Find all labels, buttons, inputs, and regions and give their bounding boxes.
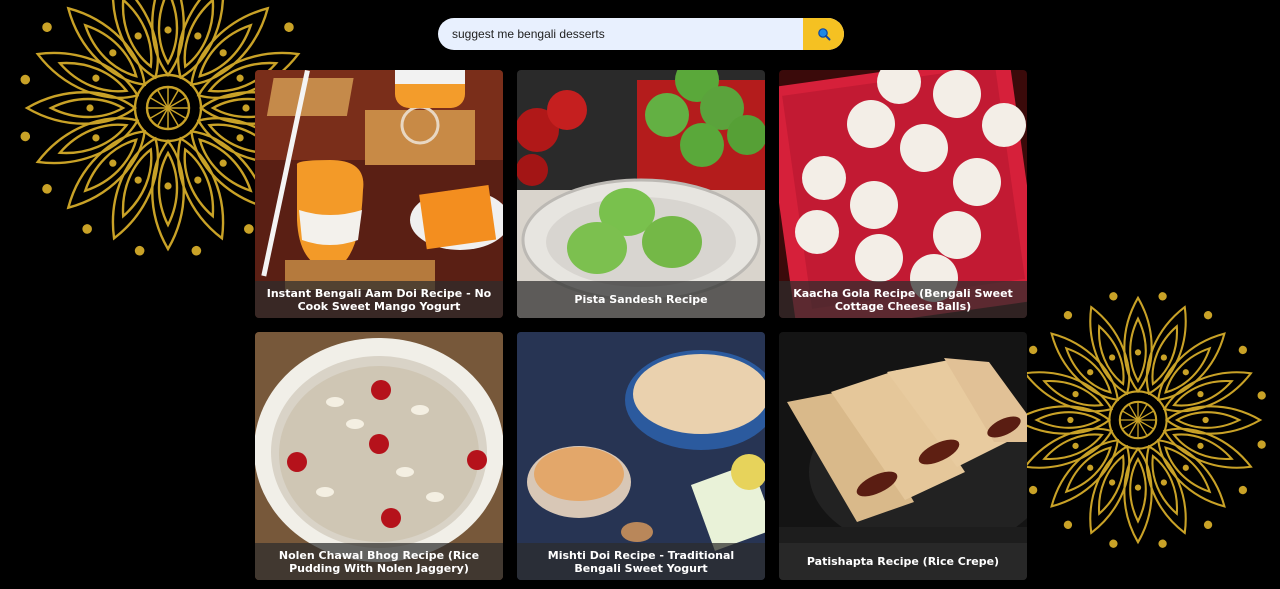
search-icon — [817, 28, 830, 41]
mandala-part — [1203, 310, 1213, 320]
recipe-title: Instant Bengali Aam Doi Recipe - No Cook… — [255, 281, 503, 318]
mandala-part — [1197, 391, 1204, 398]
mandala-part — [92, 134, 100, 142]
mandala-part — [42, 184, 52, 194]
mandala-part — [164, 182, 172, 190]
mandala-part — [1109, 354, 1116, 361]
mandala-part — [164, 26, 172, 34]
mandala-part — [191, 245, 202, 256]
mandala-part — [194, 176, 202, 184]
mandala-part — [134, 245, 145, 256]
recipe-card[interactable]: Instant Bengali Aam Doi Recipe - No Cook… — [255, 70, 503, 318]
mandala-part — [236, 74, 244, 82]
recipe-card[interactable]: Patishapta Recipe (Rice Crepe) — [779, 332, 1027, 580]
mandala-part — [109, 159, 117, 167]
mandala-part — [66, 129, 147, 210]
search-bar — [438, 18, 844, 50]
recipe-title: Kaacha Gola Recipe (Bengali Sweet Cottag… — [779, 281, 1027, 318]
mandala-part — [1063, 520, 1073, 530]
mandala-part — [1182, 464, 1189, 471]
mandala-part — [1160, 354, 1167, 361]
recipe-title: Patishapta Recipe (Rice Crepe) — [779, 543, 1027, 580]
mandala-ornament-right — [1010, 292, 1266, 548]
mandala-part — [236, 134, 244, 142]
mandala-part — [82, 224, 92, 234]
mandala-part — [1257, 391, 1266, 400]
mandala-part — [1072, 442, 1079, 449]
mandala-part — [20, 74, 31, 85]
recipe-grid: Instant Bengali Aam Doi Recipe - No Cook… — [255, 70, 1027, 580]
mandala-part — [1160, 479, 1167, 486]
mandala-part — [1238, 345, 1248, 355]
mandala-part — [20, 131, 31, 142]
mandala-part — [1203, 520, 1213, 530]
mandala-part — [1063, 310, 1073, 320]
recipe-card[interactable]: Mishti Doi Recipe - Traditional Bengali … — [517, 332, 765, 580]
mandala-part — [194, 32, 202, 40]
mandala-part — [1109, 292, 1118, 301]
mandala-part — [92, 74, 100, 82]
mandala-part — [1109, 539, 1118, 548]
mandala-part — [1197, 442, 1204, 449]
mandala-part — [1134, 484, 1142, 491]
mandala-part — [1087, 464, 1094, 471]
recipe-card[interactable]: Pista Sandesh Recipe — [517, 70, 765, 318]
mandala-part — [1157, 332, 1226, 401]
mandala-part — [1109, 479, 1116, 486]
mandala-part — [1158, 292, 1167, 301]
search-button[interactable] — [803, 18, 844, 50]
recipe-card[interactable]: Kaacha Gola Recipe (Bengali Sweet Cottag… — [779, 70, 1027, 318]
mandala-part — [284, 22, 294, 32]
mandala-part — [1158, 539, 1167, 548]
recipe-title: Pista Sandesh Recipe — [517, 281, 765, 318]
mandala-part — [134, 32, 142, 40]
mandala-part — [1087, 369, 1094, 376]
mandala-part — [109, 49, 117, 57]
mandala-part — [219, 159, 227, 167]
search-input[interactable] — [438, 18, 804, 50]
mandala-part — [1202, 416, 1209, 424]
mandala-part — [1157, 439, 1226, 508]
mandala-part — [242, 104, 250, 112]
mandala-part — [219, 49, 227, 57]
mandala-part — [42, 22, 52, 32]
recipe-title: Nolen Chawal Bhog Recipe (Rice Pudding W… — [255, 543, 503, 580]
recipe-card[interactable]: Nolen Chawal Bhog Recipe (Rice Pudding W… — [255, 332, 503, 580]
mandala-part — [1134, 349, 1142, 356]
mandala-part — [1050, 439, 1119, 508]
mandala-part — [66, 6, 147, 87]
mandala-part — [1238, 485, 1248, 495]
recipe-title: Mishti Doi Recipe - Traditional Bengali … — [517, 543, 765, 580]
mandala-part — [1028, 485, 1038, 495]
mandala-part — [1257, 440, 1266, 449]
mandala-part — [1067, 416, 1074, 424]
mandala-part — [1050, 332, 1119, 401]
mandala-part — [244, 224, 254, 234]
mandala-part — [1182, 369, 1189, 376]
mandala-part — [1028, 345, 1038, 355]
mandala-part — [134, 176, 142, 184]
mandala-part — [1072, 391, 1079, 398]
mandala-part — [86, 104, 94, 112]
